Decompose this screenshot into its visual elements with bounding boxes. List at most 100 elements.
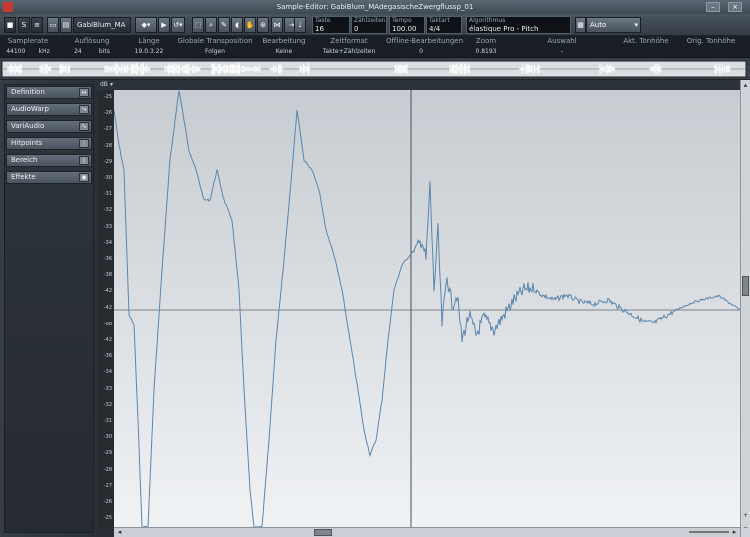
vertical-scrollbar[interactable]: ▴ + −: [740, 80, 750, 537]
section-audiowarp[interactable]: AudioWarp ⤳: [6, 103, 92, 116]
effects-label: Effekte: [11, 173, 36, 181]
scrub-tool-icon[interactable]: ⊛: [257, 17, 269, 33]
hitpoints-icon: ⋮: [79, 139, 89, 148]
show-audio-events-icon[interactable]: ▤: [60, 17, 72, 33]
beats-value: 0: [354, 25, 359, 33]
hand-tool-icon[interactable]: ✋: [244, 17, 256, 33]
selection-value: -: [560, 48, 564, 55]
db-tick-label: -38: [103, 272, 112, 279]
track-name-field[interactable]: GabiBlum_MA: [73, 17, 131, 33]
db-tick-label: -26: [103, 499, 112, 505]
auto-label: Auto: [590, 21, 607, 29]
pencil-tool-icon[interactable]: ✎: [218, 17, 230, 33]
section-range[interactable]: Bereich |: [6, 154, 92, 167]
close-button[interactable]: ×: [728, 2, 742, 12]
timewarp-tool-icon[interactable]: ⋈: [271, 17, 283, 33]
db-tick-label: -26: [103, 110, 112, 117]
info-resolution: Auflösung 24 bits: [62, 36, 122, 58]
play-button[interactable]: ▶: [158, 17, 170, 33]
horizontal-scroll-thumb[interactable]: [314, 529, 332, 536]
speaker-tool-icon[interactable]: ◖: [231, 17, 243, 33]
section-definition[interactable]: Definition ↔: [6, 86, 92, 99]
info-samplerate: Samplerate 44100 kHz: [0, 36, 56, 58]
info-offline-edits: Offline-Bearbeitungen 0: [386, 36, 464, 58]
toolbar: ■ S ≡ ▭ ▤ GabiBlum_MA ◆▾ ▶ ↺▾ ⬚ ⌕ ✎ ◖ ✋ …: [0, 14, 750, 36]
solo-icon[interactable]: S: [18, 17, 30, 33]
info-original-pitch: Orig. Tonhöhe: [676, 36, 746, 58]
info-line-icon[interactable]: ▭: [47, 17, 59, 33]
global-transpose-header: Globale Transposition: [177, 37, 253, 45]
waveform-path: [114, 90, 740, 527]
original-pitch-header: Orig. Tonhöhe: [686, 37, 736, 45]
snap-icon[interactable]: ◆▾: [135, 17, 157, 33]
db-tick-label: -42: [103, 288, 112, 295]
zoom-in-icon[interactable]: +: [741, 512, 750, 520]
info-time-format: Zeitformat Takte+Zählzeiten: [314, 36, 384, 58]
vertical-scroll-thumb[interactable]: [742, 276, 749, 296]
info-global-transpose: Globale Transposition Folgen: [176, 36, 254, 58]
db-tick-label: -33: [103, 385, 112, 392]
info-length: Länge 19.0.3.22: [124, 36, 174, 58]
horizontal-scrollbar[interactable]: ◂ ▸: [114, 527, 740, 537]
zoom-out-icon[interactable]: −: [741, 524, 750, 532]
minimize-button[interactable]: –: [706, 2, 720, 12]
scroll-left-arrow-icon[interactable]: ◂: [115, 528, 124, 537]
time-signature-value: 4/4: [429, 25, 441, 33]
db-tick-label: -25: [103, 94, 112, 100]
db-tick-label: -30: [103, 175, 112, 181]
section-variaudio[interactable]: VariAudio ∿: [6, 120, 92, 133]
db-tick-label: -32: [103, 401, 112, 408]
ruler[interactable]: dB ▾: [97, 80, 750, 90]
zoom-value: 0.8193: [475, 48, 497, 55]
db-tick-label: -32: [103, 207, 112, 214]
info-current-pitch: Akt. Tonhöhe: [616, 36, 676, 58]
db-tick-label: -34: [103, 369, 112, 376]
zoom-header: Zoom: [475, 37, 497, 45]
left-zone-panel: [4, 84, 94, 533]
algorithm-field[interactable]: Algorithmus élastique Pro - Pitch: [466, 16, 571, 34]
offline-edits-header: Offline-Bearbeitungen: [386, 37, 464, 45]
scroll-right-arrow-icon[interactable]: ▸: [730, 528, 739, 537]
scroll-up-arrow-icon[interactable]: ▴: [741, 81, 750, 90]
track-name: GabiBlum_MA: [77, 21, 126, 29]
beats-field[interactable]: Zählzeiten 0: [351, 16, 387, 34]
range-label: Bereich: [11, 156, 38, 164]
samplerate-unit: kHz: [38, 48, 50, 55]
tempo-field[interactable]: Tempo 100.00: [389, 16, 425, 34]
overview-line[interactable]: [0, 58, 750, 80]
section-effects[interactable]: Effekte ◉: [6, 171, 92, 184]
db-tick-label: -31: [103, 191, 112, 198]
loop-button[interactable]: ↺▾: [171, 17, 185, 33]
audiowarp-label: AudioWarp: [11, 105, 49, 113]
db-tick-label: -25: [103, 515, 112, 522]
length-header: Länge: [138, 37, 160, 45]
algorithm-value: élastique Pro - Pitch: [469, 25, 539, 33]
cubase-logo-icon: [3, 2, 13, 12]
vst-icon[interactable]: ▦: [575, 17, 586, 33]
zoom-tool-icon[interactable]: ⌕: [205, 17, 217, 33]
key-field[interactable]: Taste 16: [312, 16, 350, 34]
title-bar: Sample-Editor: GabiBlum_MAdegasischeZwer…: [0, 0, 750, 14]
auto-dropdown[interactable]: Auto ▾: [586, 17, 641, 33]
musical-mode-icon[interactable]: ♩: [294, 17, 306, 33]
waveform-display[interactable]: [114, 90, 740, 527]
horizontal-zoom-slider[interactable]: [689, 531, 729, 533]
overview-waveform: [1, 60, 747, 78]
key-value: 16: [315, 25, 324, 33]
layers-icon[interactable]: ≡: [31, 17, 43, 33]
time-signature-label: Taktart: [429, 17, 450, 24]
db-tick-label: -oo: [103, 320, 112, 327]
variaudio-label: VariAudio: [11, 122, 45, 130]
db-tick-label: -36: [103, 353, 112, 360]
ruler-menu-icon[interactable]: ▾: [110, 81, 113, 88]
time-signature-field[interactable]: Taktart 4/4: [426, 16, 462, 34]
range-tool-icon[interactable]: ⬚: [192, 17, 204, 33]
effects-icon: ◉: [79, 173, 89, 182]
db-tick-label: -29: [103, 158, 112, 165]
db-tick-label: -27: [103, 126, 112, 133]
inspector-toggle-icon[interactable]: ■: [4, 17, 16, 33]
section-hitpoints[interactable]: Hitpoints ⋮: [6, 137, 92, 150]
resolution-header: Auflösung: [74, 37, 110, 45]
waveform: [114, 90, 740, 527]
beats-label: Zählzeiten: [354, 17, 386, 24]
